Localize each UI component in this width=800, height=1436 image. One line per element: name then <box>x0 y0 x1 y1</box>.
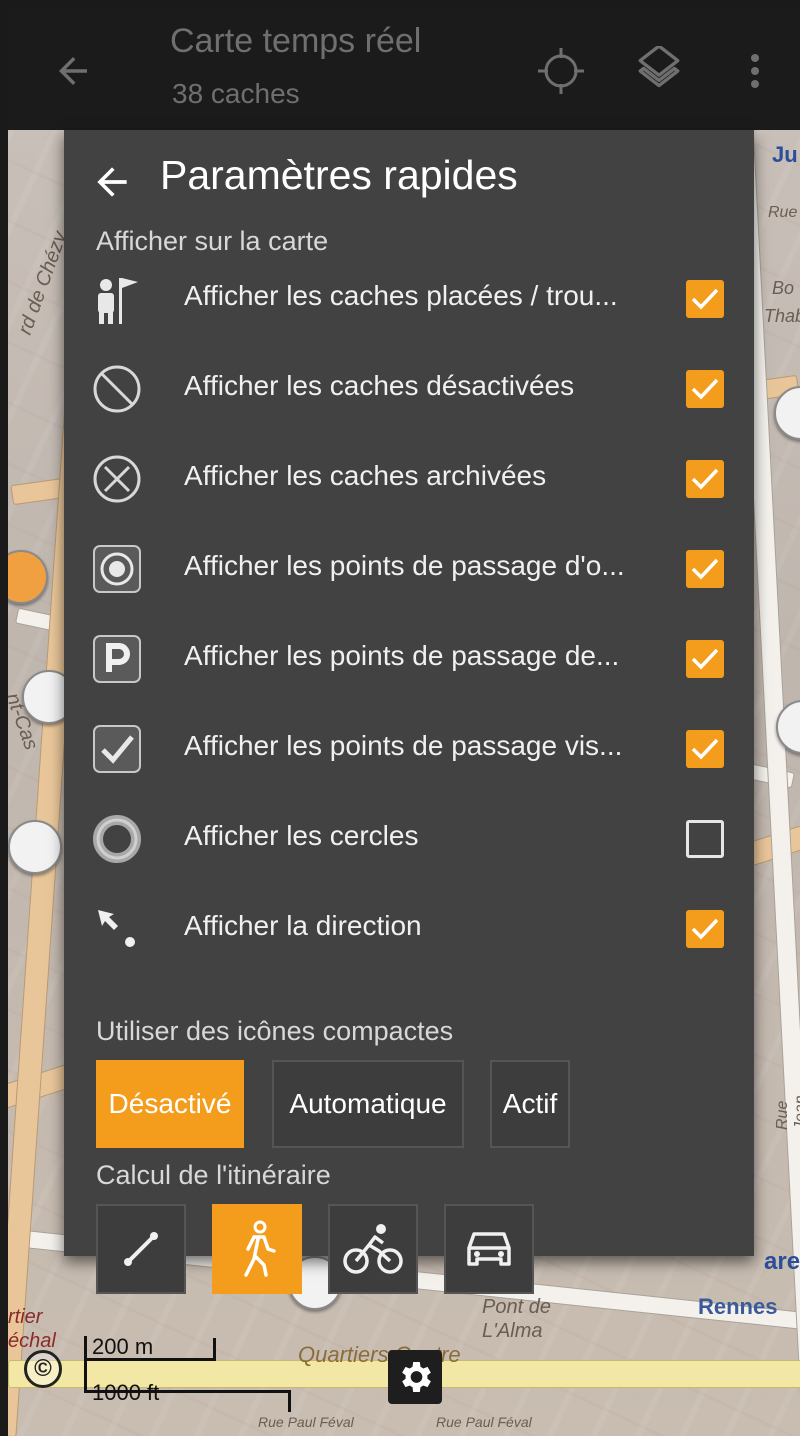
checkbox-checked[interactable] <box>686 730 724 768</box>
setting-row-visited-waypoints[interactable]: Afficher les points de passage vis... <box>64 706 754 792</box>
crosshair-icon <box>538 48 584 94</box>
visited-check-icon <box>93 725 141 773</box>
checkmark-icon <box>691 468 719 490</box>
app-toolbar: Carte temps réel 38 caches <box>8 8 800 130</box>
map-settings-button[interactable] <box>388 1350 442 1404</box>
checkmark-icon <box>691 558 719 580</box>
overflow-menu-button[interactable] <box>740 46 770 96</box>
map-label: Pont de <box>482 1296 551 1318</box>
setting-label: Afficher les cercles <box>184 820 419 851</box>
map-layers-button[interactable] <box>634 44 684 96</box>
checkmark-icon <box>691 738 719 760</box>
checkbox-checked[interactable] <box>686 640 724 678</box>
my-location-button[interactable] <box>536 46 586 96</box>
setting-row-direction[interactable]: Afficher la direction <box>64 886 754 972</box>
map-label: Rennes <box>698 1294 778 1319</box>
waypoint-original-icon <box>93 545 141 593</box>
map-label: Bo <box>772 278 795 298</box>
quick-settings-panel: Paramètres rapides Afficher sur la carte… <box>64 130 754 1294</box>
checkbox-checked[interactable] <box>686 460 724 498</box>
checkbox-checked[interactable] <box>686 280 724 318</box>
straight-line-icon <box>124 1232 158 1266</box>
toolbar-subtitle: 38 caches <box>172 78 300 109</box>
routing-straight-button[interactable] <box>96 1204 186 1294</box>
checkmark-icon <box>691 288 719 310</box>
setting-label: Afficher les caches placées / trou... <box>184 280 618 311</box>
routing-walk-button[interactable] <box>212 1204 302 1294</box>
copyright-button[interactable]: © <box>24 1350 62 1388</box>
section-label-show-on-map: Afficher sur la carte <box>96 226 329 256</box>
walk-icon <box>244 1220 276 1277</box>
scale-bar <box>84 1390 290 1393</box>
setting-row-original-waypoints[interactable]: Afficher les points de passage d'o... <box>64 526 754 612</box>
back-button[interactable] <box>52 50 94 92</box>
map-label: Rue Paul Féval <box>436 1414 532 1430</box>
setting-row-owned-found[interactable]: Afficher les caches placées / trou... <box>64 256 754 342</box>
circle-icon <box>93 815 141 863</box>
scale-imperial: 1000 ft <box>92 1380 159 1406</box>
map-label: rtier <box>8 1306 43 1328</box>
car-icon <box>467 1232 511 1266</box>
map-label: ares <box>764 1248 800 1275</box>
close-quick-settings-button[interactable] <box>90 160 134 204</box>
cache-marker[interactable] <box>8 550 48 604</box>
section-label-routing: Calcul de l'itinéraire <box>96 1160 331 1190</box>
bike-icon <box>343 1224 403 1274</box>
arrow-left-icon <box>59 57 87 85</box>
cache-marker[interactable] <box>8 820 62 874</box>
checkbox-unchecked[interactable] <box>686 820 724 858</box>
panel-title: Paramètres rapides <box>160 152 518 198</box>
setting-label: Afficher la direction <box>184 910 422 941</box>
setting-row-parking-waypoints[interactable]: Afficher les points de passage de... <box>64 616 754 702</box>
parking-icon <box>93 635 141 683</box>
disabled-icon <box>93 365 141 413</box>
map-label: Rue Paul Féval <box>258 1414 354 1430</box>
setting-row-circles[interactable]: Afficher les cercles <box>64 796 754 882</box>
map-label: Rue <box>768 204 798 221</box>
map-label: Thab <box>764 306 800 326</box>
setting-label: Afficher les points de passage d'o... <box>184 550 625 581</box>
scale-bar <box>288 1390 291 1412</box>
device-screen: Ju Rue Bo Thab rd de Chézy nt-Cas Quarti… <box>8 8 800 1436</box>
routing-car-button[interactable] <box>444 1204 534 1294</box>
routing-bike-button[interactable] <box>328 1204 418 1294</box>
setting-label: Afficher les points de passage de... <box>184 640 620 671</box>
checkmark-icon <box>691 918 719 940</box>
setting-row-archived[interactable]: Afficher les caches archivées <box>64 436 754 522</box>
scale-metric: 200 m <box>92 1334 154 1359</box>
checkbox-checked[interactable] <box>686 370 724 408</box>
setting-label: Afficher les caches archivées <box>184 460 547 491</box>
compact-option-on[interactable]: Actif <box>490 1060 570 1148</box>
scale-bar <box>84 1358 216 1361</box>
checkmark-icon <box>691 648 719 670</box>
checkbox-checked[interactable] <box>686 550 724 588</box>
archived-icon <box>93 455 141 503</box>
scale-bar <box>84 1336 87 1392</box>
scale-bar <box>213 1338 216 1360</box>
compact-option-off[interactable]: Désactivé <box>96 1060 244 1148</box>
setting-row-disabled[interactable]: Afficher les caches désactivées <box>64 346 754 432</box>
layers-icon <box>638 44 680 88</box>
gear-icon <box>402 1362 431 1392</box>
owned-found-icon <box>98 278 138 324</box>
setting-label: Afficher les caches désactivées <box>184 370 575 401</box>
map-label: Rue Jean-Marie Duhamel <box>774 1089 800 1130</box>
setting-label: Afficher les points de passage vis... <box>184 730 623 761</box>
checkmark-icon <box>691 378 719 400</box>
more-vert-icon <box>751 54 759 88</box>
arrow-left-icon <box>97 167 127 197</box>
section-label-compact-icons: Utiliser des icônes compactes <box>96 1016 454 1046</box>
map-label: échal <box>8 1330 56 1352</box>
map-label: L'Alma <box>482 1320 543 1342</box>
checkbox-checked[interactable] <box>686 910 724 948</box>
toolbar-title: Carte temps réel <box>170 22 422 60</box>
direction-icon <box>98 910 135 947</box>
map-label: Ju <box>772 142 798 167</box>
compact-option-auto[interactable]: Automatique <box>272 1060 464 1148</box>
